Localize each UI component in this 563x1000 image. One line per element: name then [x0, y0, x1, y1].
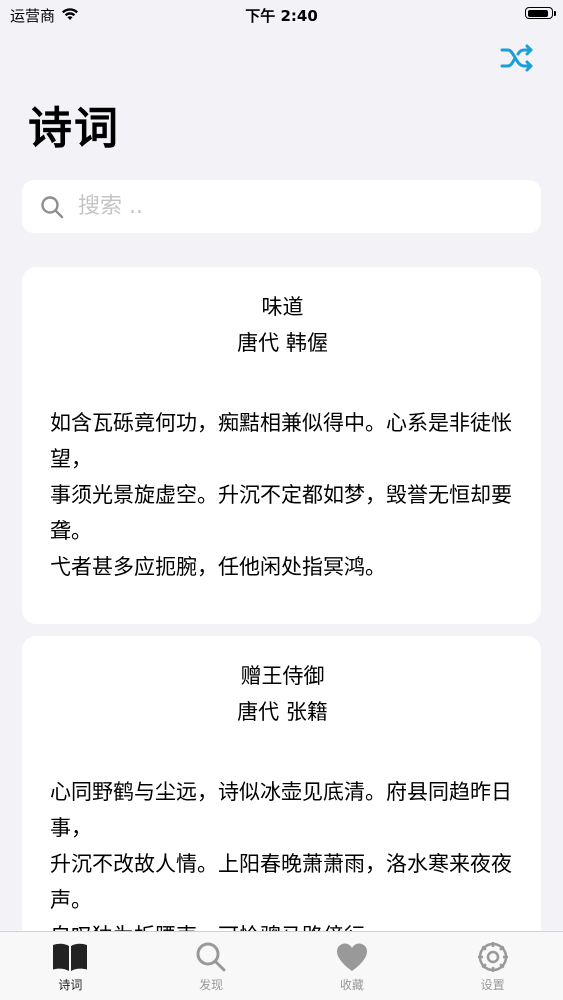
page-title: 诗词: [28, 103, 120, 154]
poem-body: 心同野鹤与尘远，诗似冰壶见底清。府县同趋昨日事， 升沉不改故人情。上阳春晚萧萧雨…: [50, 780, 512, 948]
battery-icon: [525, 7, 556, 19]
poem-author: 唐代 韩偓: [237, 331, 328, 355]
poem-body: 如含瓦砾竟何功，痴黠相兼似得中。心系是非徒怅望， 事须光景旋虚空。升沉不定都如梦…: [50, 411, 512, 579]
poem-card[interactable]: 味道 唐代 韩偓 如含瓦砾竟何功，痴黠相兼似得中。心系是非徒怅望， 事须光景旋虚…: [22, 267, 541, 624]
poem-author: 唐代 张籍: [237, 700, 328, 724]
tab-settings[interactable]: 设置: [422, 932, 563, 1000]
tab-favorites[interactable]: 收藏: [282, 932, 423, 1000]
heart-icon: [335, 940, 369, 974]
tab-poems[interactable]: 诗词: [0, 932, 141, 1000]
tab-discover[interactable]: 发现: [141, 932, 282, 1000]
tab-bar: 诗词 发现 收藏 设置: [0, 931, 563, 1000]
poem-title: 味道: [261, 295, 304, 319]
tab-label: 发现: [199, 978, 224, 992]
search-bar[interactable]: [22, 180, 541, 233]
book-icon: [51, 940, 89, 974]
app-screen: 运营商 下午 2:40 诗词 搜索 .. 味道 唐代 韩偓 如含瓦砾竟何功，痴黠…: [0, 0, 563, 1000]
tab-label: 诗词: [58, 978, 83, 992]
search-icon: [195, 940, 227, 974]
gear-icon: [476, 940, 510, 974]
status-bar: 运营商 下午 2:40: [0, 0, 563, 30]
shuffle-button[interactable]: [499, 42, 535, 74]
shuffle-icon: [500, 44, 533, 72]
status-time: 下午 2:40: [245, 7, 318, 25]
tab-label: 收藏: [339, 978, 364, 992]
search-input[interactable]: [76, 193, 500, 220]
tab-label: 设置: [480, 978, 505, 992]
poem-title: 赠王侍御: [240, 664, 325, 688]
search-icon: [41, 195, 64, 218]
